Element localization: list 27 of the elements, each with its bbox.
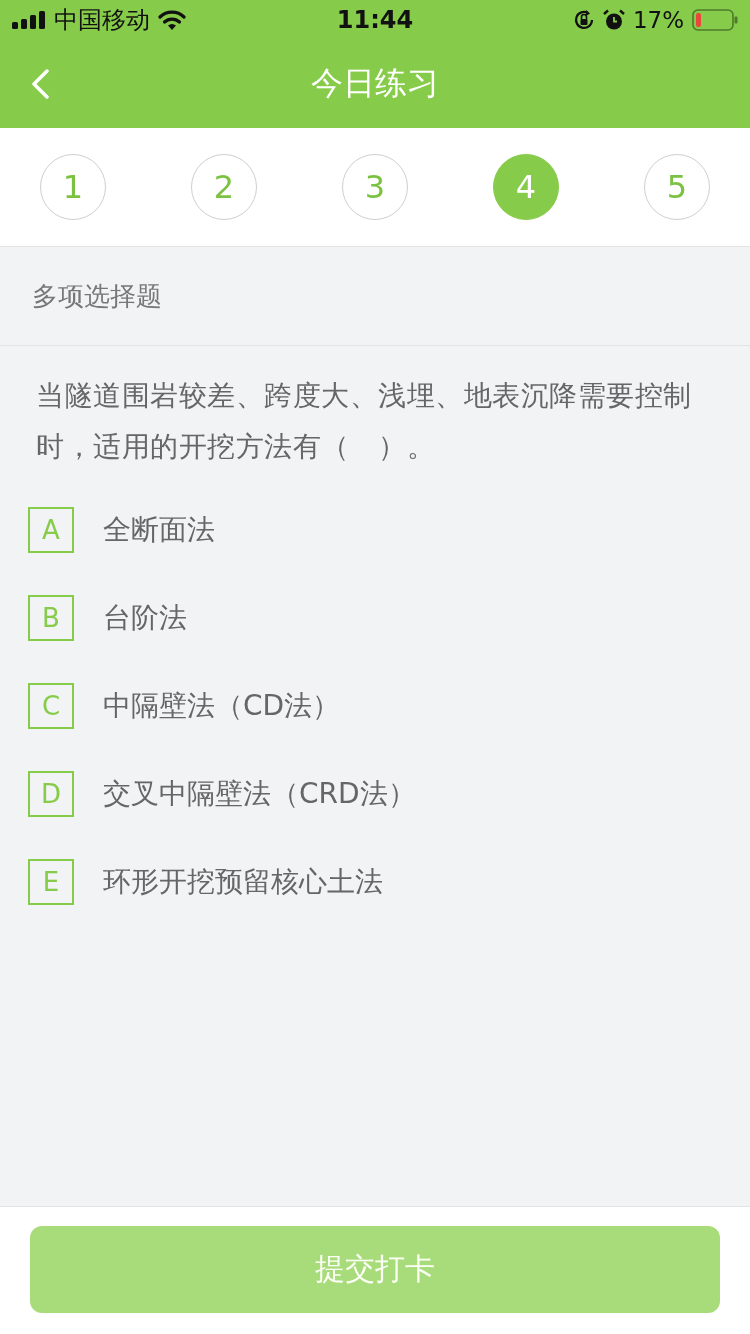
question-number-tab[interactable]: 2: [191, 154, 257, 220]
option-text[interactable]: 环形开挖预留核心土法: [103, 863, 383, 901]
wifi-icon: [158, 10, 186, 30]
option-text[interactable]: 台阶法: [103, 599, 187, 637]
signal-icon: [12, 11, 46, 29]
option-letter-box[interactable]: D: [28, 771, 74, 817]
question-type-label: 多项选择题: [32, 279, 162, 313]
battery-percent: 17%: [632, 7, 684, 33]
option-text[interactable]: 中隔壁法（CD法）: [103, 687, 341, 725]
question-number-tab[interactable]: 1: [40, 154, 106, 220]
option-text[interactable]: 全断面法: [103, 511, 215, 549]
carrier-name: 中国移动: [54, 5, 150, 36]
question-number-tab[interactable]: 3: [342, 154, 408, 220]
back-chevron-icon: [31, 69, 49, 99]
option-letter-box[interactable]: E: [28, 859, 74, 905]
question-text: 当隧道围岩较差、跨度大、浅埋、地表沉降需要控制时，适用的开挖方法有（ ）。: [35, 378, 693, 465]
option-letter-box[interactable]: A: [28, 507, 74, 553]
rotation-lock-icon: [572, 9, 595, 31]
option-letter-box[interactable]: C: [28, 683, 74, 729]
question-number-tab[interactable]: 5: [644, 154, 710, 220]
page-title: 今日练习: [311, 63, 439, 104]
battery-icon: [692, 9, 738, 31]
alarm-icon: [602, 9, 625, 31]
option-text[interactable]: 交叉中隔壁法（CRD法）: [103, 775, 416, 813]
question-number-tab[interactable]: 4: [493, 154, 559, 220]
option-letter-box[interactable]: B: [28, 595, 74, 641]
clock-time: 11:44: [336, 6, 414, 34]
